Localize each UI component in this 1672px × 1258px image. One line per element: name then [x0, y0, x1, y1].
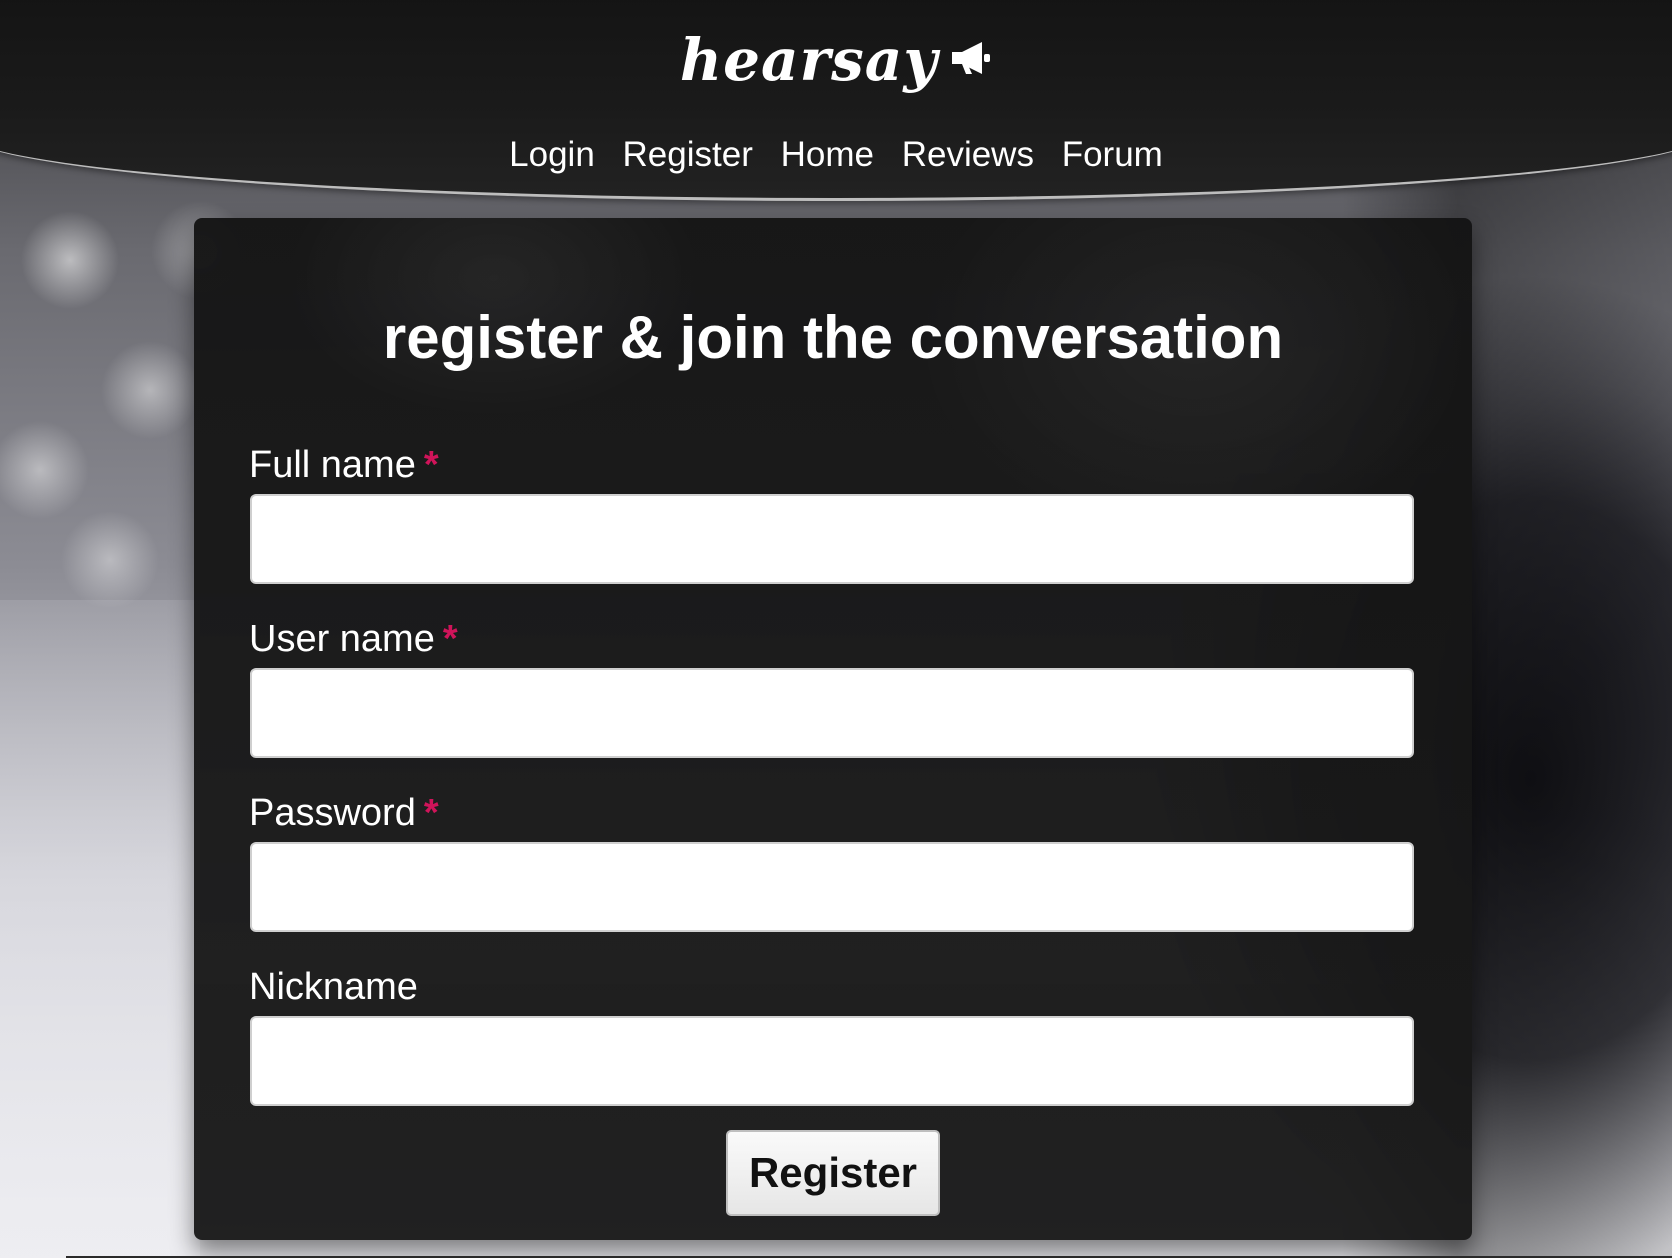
megaphone-icon: [952, 42, 991, 74]
password-label: Password *: [249, 790, 439, 836]
register-page: hearsay Login Register Home Reviews Foru…: [0, 0, 1672, 1258]
nav-register[interactable]: Register: [623, 135, 753, 174]
required-marker: *: [442, 618, 458, 660]
nav-home[interactable]: Home: [781, 135, 874, 174]
password-input[interactable]: [250, 842, 1414, 932]
nickname-input[interactable]: [250, 1016, 1414, 1106]
user-name-label-text: User name: [249, 618, 435, 660]
password-label-text: Password: [249, 792, 416, 834]
register-form-panel: register & join the conversation Full na…: [194, 218, 1472, 1240]
nickname-label-text: Nickname: [249, 966, 418, 1008]
nav-forum[interactable]: Forum: [1062, 135, 1163, 174]
user-name-input[interactable]: [250, 668, 1414, 758]
register-button[interactable]: Register: [726, 1130, 940, 1216]
full-name-label-text: Full name: [249, 444, 416, 486]
form-title: register & join the conversation: [382, 304, 1284, 371]
required-marker: *: [423, 792, 439, 834]
nav-reviews[interactable]: Reviews: [902, 135, 1034, 174]
main-nav: Login Register Home Reviews Forum: [0, 130, 1672, 180]
user-name-label: User name *: [249, 616, 458, 662]
full-name-label: Full name *: [249, 442, 439, 488]
full-name-input[interactable]: [250, 494, 1414, 584]
required-marker: *: [423, 444, 439, 486]
background-highlight: [0, 600, 200, 1258]
nav-login[interactable]: Login: [509, 135, 595, 174]
nickname-label: Nickname: [249, 964, 418, 1010]
logo-text: hearsay: [679, 26, 939, 94]
site-logo[interactable]: hearsay: [0, 24, 1672, 96]
